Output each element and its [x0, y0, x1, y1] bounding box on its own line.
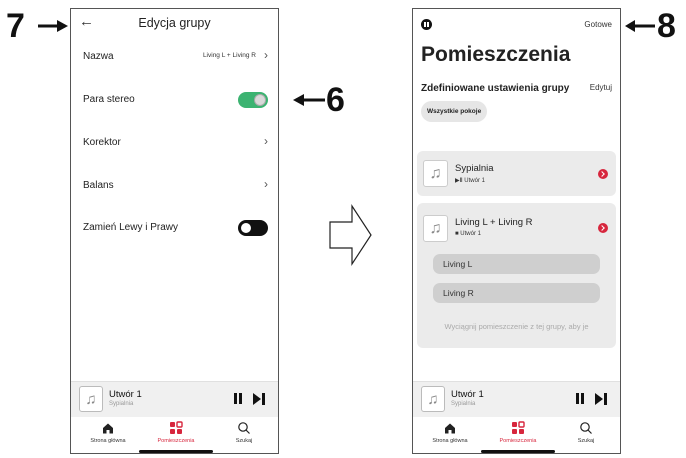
rooms-icon: [512, 421, 525, 434]
setting-label: Nazwa: [83, 51, 114, 62]
tab-bar: Strona główna Pomieszczenia Szukaj: [71, 417, 278, 453]
skip-next-icon[interactable]: [252, 392, 266, 406]
tab-home[interactable]: Strona główna: [75, 421, 141, 444]
page-title: Edycja grupy: [138, 16, 211, 30]
track-title: Utwór 1: [109, 389, 142, 400]
setting-stereo-pair: Para stereo: [83, 90, 270, 110]
setting-balance[interactable]: Balans ›: [83, 176, 270, 196]
setting-label: Para stereo: [83, 94, 135, 105]
music-note-icon: ♫: [423, 215, 448, 242]
setting-label: Balans: [83, 180, 114, 191]
room-track-label: Utwór 1: [460, 231, 481, 237]
tab-label: Pomieszczenia: [157, 438, 195, 444]
all-rooms-chip[interactable]: Wszystkie pokoje: [421, 101, 488, 122]
tab-label: Strona główna: [432, 438, 468, 444]
room-track-label: Utwór 1: [464, 178, 485, 184]
search-icon: [238, 422, 250, 434]
setting-label: Korektor: [83, 137, 121, 148]
stopped-icon: ■: [455, 231, 459, 237]
rooms-icon: [170, 421, 183, 434]
room-chevron-icon[interactable]: [598, 223, 608, 233]
edit-button[interactable]: Edytuj: [590, 83, 612, 92]
home-icon: [445, 423, 455, 434]
group-edit-screen: ← Edycja grupy Nazwa Living L + Living R…: [70, 8, 279, 454]
home-icon: [103, 423, 113, 434]
tab-rooms[interactable]: Pomieszczenia: [485, 421, 551, 444]
track-title: Utwór 1: [451, 389, 484, 400]
tab-label: Szukaj: [235, 438, 253, 444]
setting-equalizer[interactable]: Korektor ›: [83, 133, 270, 153]
pause-icon[interactable]: [574, 392, 586, 406]
room-name: Living L + Living R: [455, 217, 533, 228]
callout-arrow-right-icon: [38, 20, 68, 32]
room-card-bedroom[interactable]: ♫ Sypialnia ▶‖ Utwór 1: [417, 151, 616, 196]
home-indicator: [481, 450, 555, 453]
tab-search[interactable]: Szukaj: [211, 421, 277, 444]
tab-rooms[interactable]: Pomieszczenia: [143, 421, 209, 444]
search-icon: [580, 422, 592, 434]
track-room: Sypialnia: [109, 401, 134, 407]
room-chevron-icon[interactable]: [598, 169, 608, 179]
chevron-right-icon: ›: [264, 134, 268, 148]
tab-label: Strona główna: [90, 438, 126, 444]
tab-label: Pomieszczenia: [499, 438, 537, 444]
rooms-screen: Gotowe Pomieszczenia Zdefiniowane ustawi…: [412, 8, 621, 454]
tab-home[interactable]: Strona główna: [417, 421, 483, 444]
swap-channels-toggle[interactable]: [238, 220, 268, 236]
tab-label: Szukaj: [577, 438, 595, 444]
room-track: ▶‖ Utwór 1: [455, 177, 485, 184]
tab-bar: Strona główna Pomieszczenia Szukaj: [413, 417, 620, 453]
callout-number-7: 7: [6, 7, 25, 45]
callout-number-8: 8: [657, 7, 676, 45]
group-member-living-r[interactable]: Living R: [433, 283, 600, 303]
pause-all-icon[interactable]: [421, 19, 432, 30]
group-presets-heading: Zdefiniowane ustawienia grupy: [421, 83, 570, 94]
callout-arrow-left-icon: [293, 94, 325, 106]
page-title: Pomieszczenia: [421, 43, 571, 66]
setting-value: Living L + Living R: [202, 52, 256, 59]
done-button[interactable]: Gotowe: [584, 20, 612, 29]
track-room: Sypialnia: [451, 401, 476, 407]
chevron-right-icon: ›: [264, 177, 268, 191]
music-note-icon: ♫: [79, 386, 103, 412]
group-member-living-l[interactable]: Living L: [433, 254, 600, 274]
music-note-icon: ♫: [423, 160, 448, 187]
chevron-right-icon: ›: [264, 48, 268, 62]
stereo-pair-toggle[interactable]: [238, 92, 268, 108]
callout-number-6: 6: [326, 81, 345, 119]
room-name: Sypialnia: [455, 163, 494, 174]
drag-hint-text: Wyciągnij pomieszczenie z tej grupy, aby…: [444, 322, 589, 331]
now-playing-bar[interactable]: ♫ Utwór 1 Sypialnia: [71, 381, 278, 417]
tab-search[interactable]: Szukaj: [553, 421, 619, 444]
pause-icon[interactable]: [232, 392, 244, 406]
setting-swap-left-right: Zamień Lewy i Prawy: [83, 218, 270, 238]
transition-arrow-icon: [329, 204, 372, 266]
room-track: ■ Utwór 1: [455, 231, 481, 237]
setting-label: Zamień Lewy i Prawy: [83, 222, 179, 233]
music-note-icon: ♫: [421, 386, 445, 412]
callout-arrow-left-icon: [625, 20, 655, 32]
header: ← Edycja grupy: [71, 9, 278, 39]
now-playing-bar[interactable]: ♫ Utwór 1 Sypialnia: [413, 381, 620, 417]
playing-icon: ▶‖: [455, 178, 463, 184]
skip-next-icon[interactable]: [594, 392, 608, 406]
home-indicator: [139, 450, 213, 453]
setting-name[interactable]: Nazwa Living L + Living R ›: [83, 47, 270, 67]
